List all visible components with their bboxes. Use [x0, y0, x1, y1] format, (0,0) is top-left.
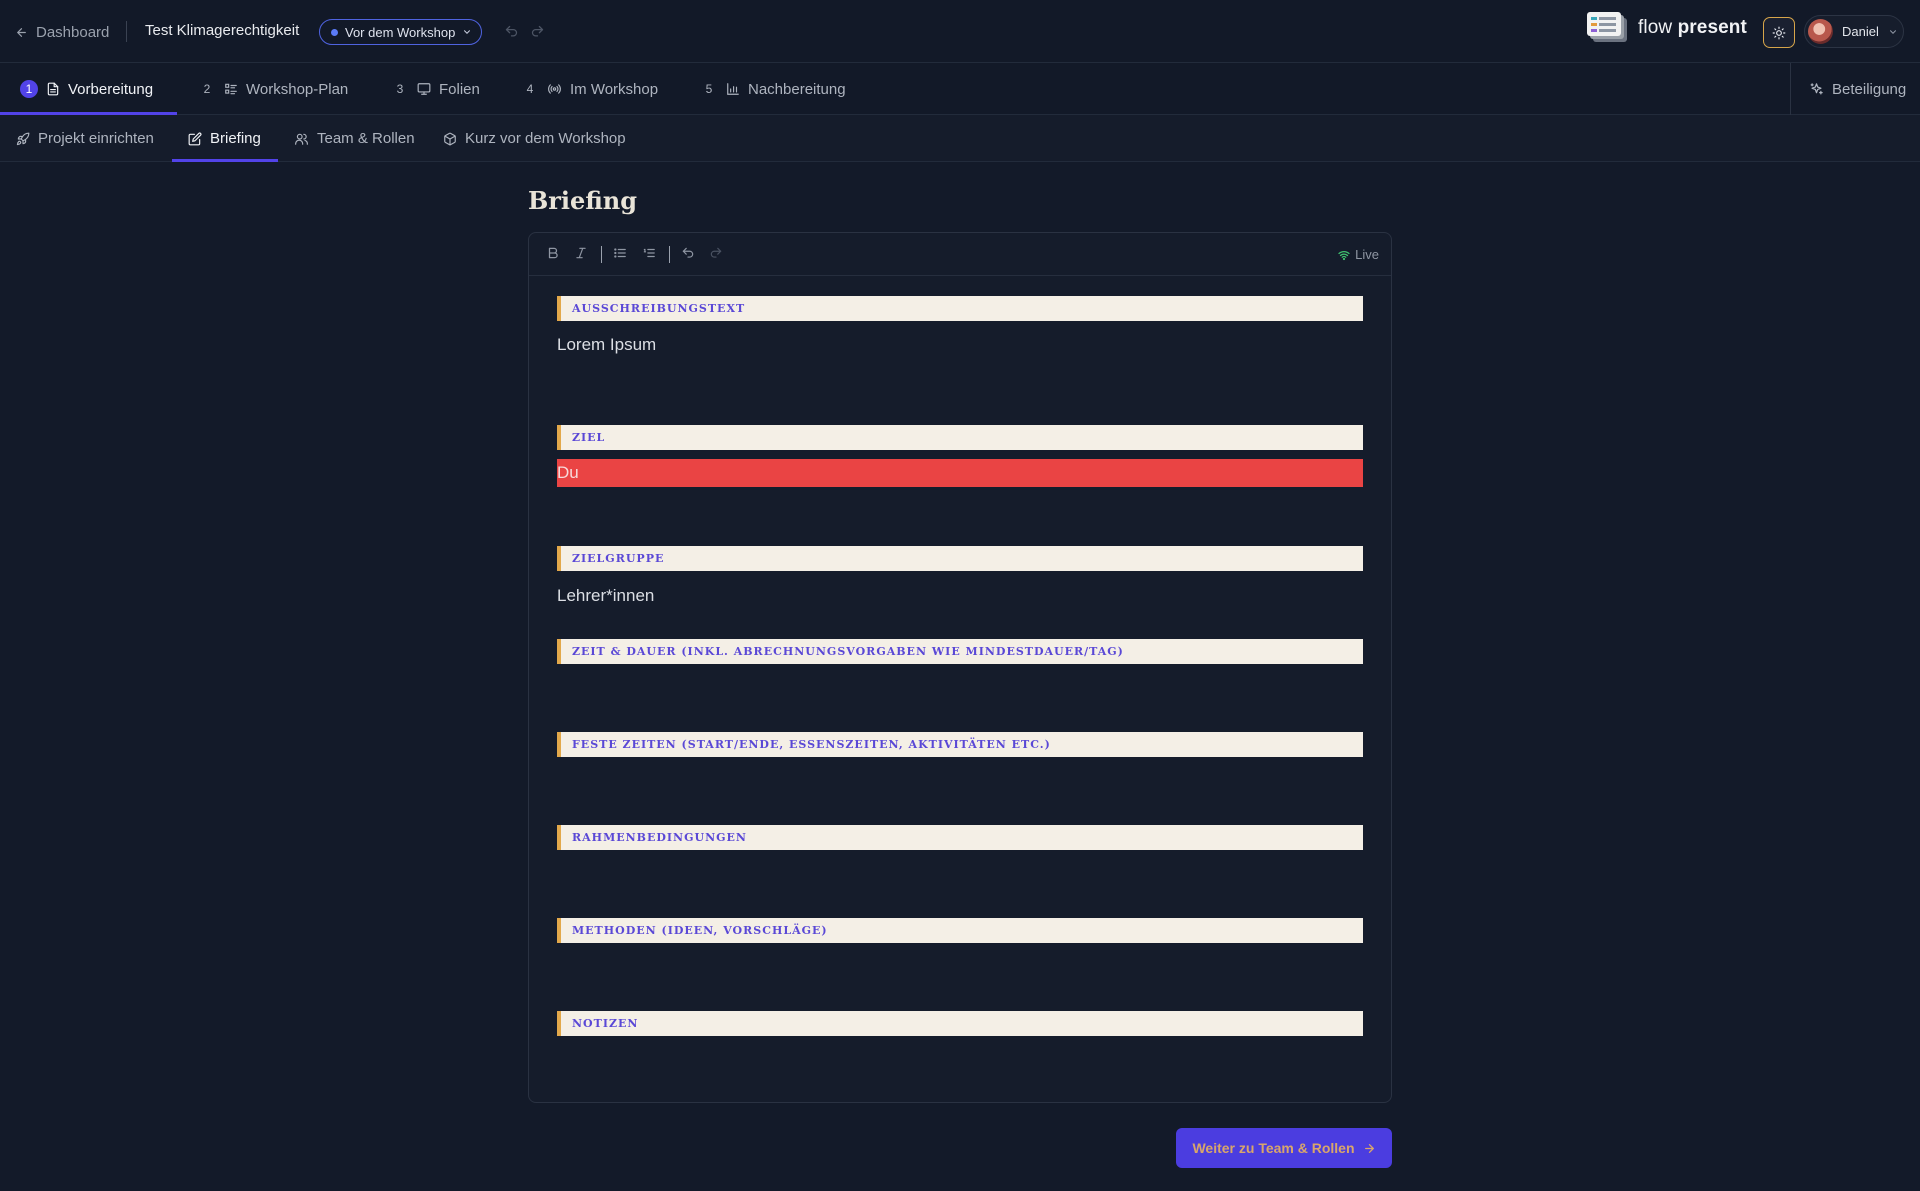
numbered-list-icon[interactable] [642, 246, 656, 260]
sun-icon [1772, 26, 1786, 40]
undo-icon[interactable] [504, 24, 519, 39]
tab-label: Im Workshop [570, 80, 659, 98]
wifi-icon [1338, 249, 1350, 261]
project-title: Test Klimagerechtigkeit [145, 22, 300, 39]
toolbar-divider [601, 246, 602, 263]
presentation-icon [417, 82, 431, 96]
phase-tabs: 1 Vorbereitung 2 Workshop-Plan 3 Folien … [0, 63, 1920, 115]
document-icon [46, 82, 60, 96]
package-icon [443, 132, 457, 146]
section-content-zielgruppe[interactable]: Lehrer*innen [557, 586, 1363, 606]
section-content-notizen[interactable] [557, 1051, 1363, 1091]
section-label-ziel: Ziel [557, 425, 1363, 450]
section-label-rahmenbedingungen: Rahmenbedingungen [557, 825, 1363, 850]
subtab-briefing[interactable]: Briefing [188, 115, 261, 162]
live-indicator: Live [1338, 247, 1379, 262]
arrow-left-icon [15, 26, 28, 39]
subtab-team-rollen[interactable]: Team & Rollen [294, 115, 415, 162]
next-to-team-rollen-button[interactable]: Weiter zu Team & Rollen [1176, 1128, 1392, 1168]
redo-icon[interactable] [709, 246, 723, 260]
toolbar-divider [669, 246, 670, 263]
section-content-rahmenbedingungen[interactable] [557, 865, 1363, 905]
step-number: 3 [396, 82, 404, 96]
section-label-methoden: Methoden (Ideen, Vorschläge) [557, 918, 1363, 943]
bullet-list-icon[interactable] [613, 246, 627, 260]
section-content-feste-zeiten[interactable] [557, 772, 1363, 812]
logo-text: flow present [1638, 17, 1747, 38]
subtab-kurz-vor-dem-workshop[interactable]: Kurz vor dem Workshop [443, 115, 626, 162]
beteiligung-button[interactable]: Beteiligung [1790, 63, 1920, 115]
bold-icon[interactable] [546, 246, 560, 260]
back-to-dashboard-link[interactable]: Dashboard [15, 20, 109, 44]
live-label: Live [1355, 247, 1379, 262]
tab-label: Nachbereitung [748, 80, 846, 98]
bar-chart-icon [726, 82, 740, 96]
broadcast-icon [547, 82, 562, 96]
tab-vorbereitung[interactable]: 1 Vorbereitung [20, 63, 153, 115]
section-label-notizen: Notizen [557, 1011, 1363, 1036]
section-content-methoden[interactable] [557, 958, 1363, 998]
step-number: 2 [203, 82, 211, 96]
section-content-zeit-dauer[interactable] [557, 679, 1363, 719]
tab-label: Vorbereitung [68, 80, 154, 98]
users-icon [294, 132, 309, 146]
section-label-zielgruppe: Zielgruppe [557, 546, 1363, 571]
divider [126, 21, 127, 42]
tab-label: Folien [439, 80, 480, 98]
slides-logo-icon [1587, 12, 1629, 44]
italic-icon[interactable] [574, 246, 588, 260]
beteiligung-label: Beteiligung [1832, 80, 1907, 98]
briefing-editor: Live Ausschreibungstext Lorem Ipsum Ziel… [528, 232, 1392, 1103]
section-label-feste-zeiten: Feste Zeiten (Start/Ende, Essenszeiten, … [557, 732, 1363, 757]
user-name: Daniel [1842, 24, 1879, 39]
undo-icon[interactable] [681, 246, 695, 260]
next-button-label: Weiter zu Team & Rollen [1192, 1140, 1355, 1156]
list-icon [224, 82, 238, 96]
chevron-down-icon [462, 27, 472, 37]
rocket-icon [16, 132, 30, 146]
avatar [1808, 19, 1833, 44]
arrow-right-icon [1363, 1142, 1376, 1155]
app-logo: flow present [1587, 12, 1747, 44]
back-label: Dashboard [36, 23, 110, 41]
step-number: 1 [20, 80, 38, 98]
subtab-label: Kurz vor dem Workshop [465, 130, 626, 147]
sparkle-icon [1809, 82, 1824, 97]
section-label-ausschreibungstext: Ausschreibungstext [557, 296, 1363, 321]
sub-tabs: Projekt einrichten Briefing Team & Rolle… [0, 115, 1920, 162]
section-label-zeit-dauer: Zeit & Dauer (inkl. Abrechnungsvorgaben … [557, 639, 1363, 664]
editor-toolbar: Live [529, 233, 1391, 276]
subtab-label: Team & Rollen [317, 130, 415, 147]
edit-icon [188, 132, 202, 146]
redo-icon[interactable] [530, 24, 545, 39]
subtab-label: Projekt einrichten [38, 130, 154, 147]
user-menu-button[interactable]: Daniel [1804, 15, 1904, 48]
section-content-ausschreibungstext[interactable]: Lorem Ipsum [557, 335, 1363, 355]
step-number: 5 [705, 82, 713, 96]
section-content-ziel[interactable]: Du [557, 459, 1363, 487]
tab-folien[interactable]: 3 Folien [391, 63, 480, 115]
status-dot-icon [331, 28, 338, 36]
chevron-down-icon [1888, 27, 1898, 37]
theme-toggle-button[interactable] [1763, 17, 1795, 48]
tab-nachbereitung[interactable]: 5 Nachbereitung [700, 63, 846, 115]
tab-im-workshop[interactable]: 4 Im Workshop [521, 63, 658, 115]
phase-status-label: Vor dem Workshop [345, 24, 456, 40]
tab-workshop-plan[interactable]: 2 Workshop-Plan [198, 63, 349, 115]
step-number: 4 [526, 82, 534, 96]
tab-label: Workshop-Plan [246, 80, 349, 98]
subtab-label: Briefing [210, 130, 261, 147]
highlighted-text: Du [557, 463, 579, 482]
active-subtab-indicator [172, 159, 278, 162]
page-title: Briefing [528, 186, 637, 215]
top-bar: Dashboard Test Klimagerechtigkeit Vor de… [0, 0, 1920, 63]
phase-status-dropdown[interactable]: Vor dem Workshop [319, 19, 482, 45]
subtab-projekt-einrichten[interactable]: Projekt einrichten [16, 115, 154, 162]
